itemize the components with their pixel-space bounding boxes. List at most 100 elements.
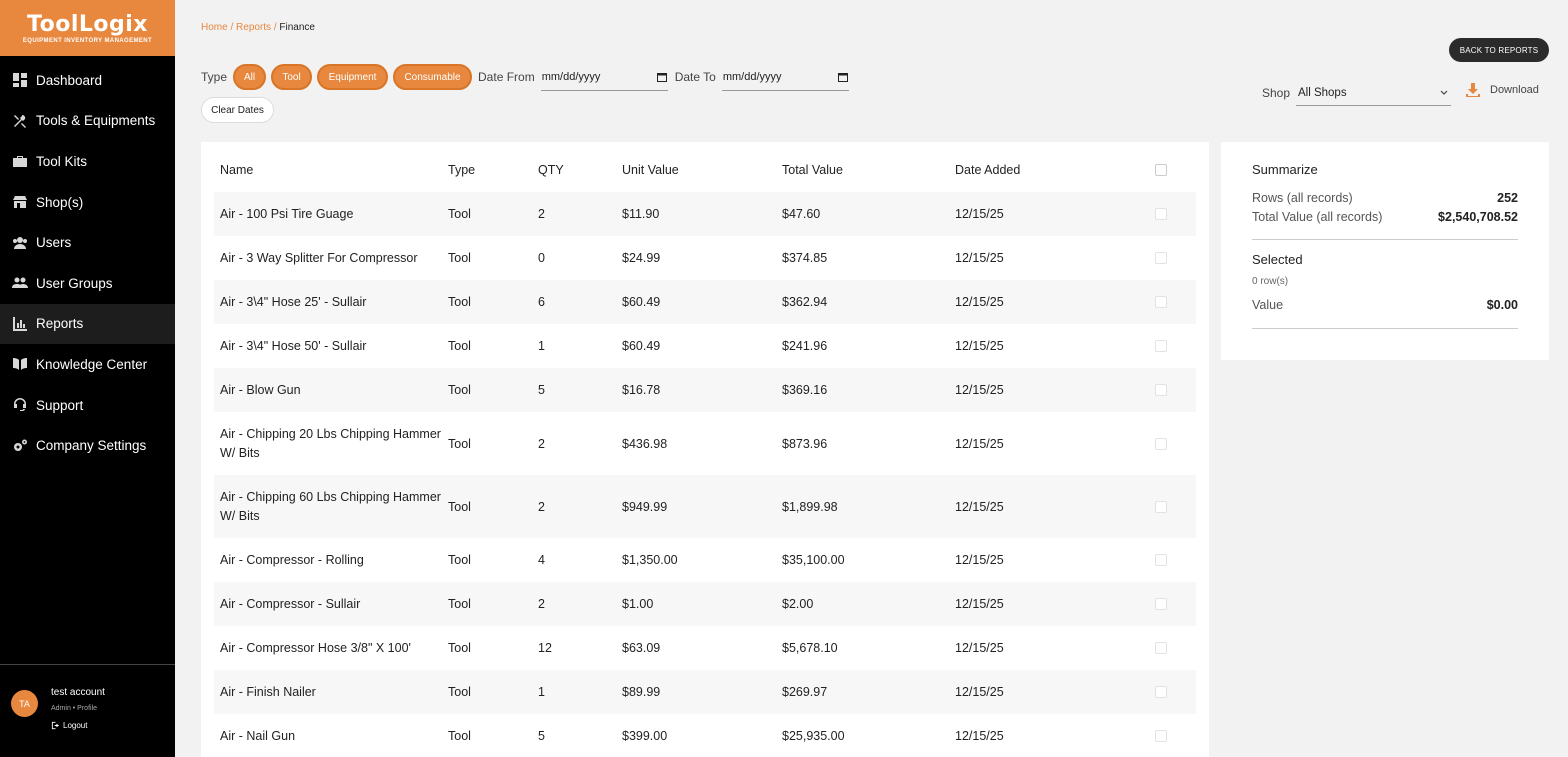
cell-unit-value: $1.00 (622, 597, 654, 611)
cell-date-added: 12/15/25 (955, 597, 1004, 611)
sidebar-item-dashboard[interactable]: Dashboard (0, 60, 175, 101)
calendar-icon[interactable] (837, 72, 848, 82)
logout-button[interactable]: Logout (51, 721, 105, 730)
avatar[interactable]: TA (11, 690, 38, 717)
cell-type: Tool (448, 251, 471, 265)
row-checkbox[interactable] (1155, 500, 1167, 513)
download-button[interactable]: Download (1465, 82, 1539, 98)
cell-unit-value: $949.99 (622, 499, 668, 514)
row-checkbox[interactable] (1155, 686, 1167, 698)
column-header-unit-value[interactable]: Unit Value (622, 163, 782, 177)
cell-name: Air - 100 Psi Tire Guage (220, 206, 354, 221)
sidebar-item-tools-equipments[interactable]: Tools & Equipments (0, 101, 175, 142)
cell-qty: 1 (538, 339, 545, 353)
brand-logo[interactable]: ToolLogix EQUIPMENT INVENTORY MANAGEMENT (0, 0, 175, 56)
calendar-icon[interactable] (656, 72, 667, 82)
table-row[interactable]: Air - Nail Gun Tool 5 $399.00 $25,935.00 12/1… (214, 714, 1196, 757)
chevron-down-icon (1440, 90, 1448, 95)
cell-date-added: 12/15/25 (955, 641, 1004, 655)
sidebar-item-company-settings[interactable]: Company Settings (0, 425, 175, 466)
logout-icon (51, 721, 60, 730)
row-checkbox[interactable] (1155, 642, 1167, 654)
table-row[interactable]: Air - Finish Nailer Tool 1 $89.99 $269.97 12/… (214, 670, 1196, 714)
row-checkbox[interactable] (1155, 296, 1167, 308)
summary-title: Summarize (1252, 162, 1318, 177)
breadcrumb-reports[interactable]: Reports (236, 22, 271, 33)
cell-unit-value: $11.90 (622, 207, 660, 221)
table-row[interactable]: Air - Compressor Hose 3/8" X 100' Tool 12 $… (214, 626, 1196, 670)
sidebar-item-label: Shop(s) (36, 194, 84, 210)
summary-panel: Summarize Rows (all records) 252 Total V… (1221, 142, 1549, 360)
row-checkbox[interactable] (1155, 384, 1167, 396)
cell-date-added: 12/15/25 (955, 251, 1004, 265)
cell-unit-value: $60.49 (622, 339, 661, 353)
sidebar-item-label: User Groups (36, 275, 113, 291)
users-icon (11, 234, 28, 251)
type-filter-tool[interactable]: Tool (271, 64, 313, 90)
shop-select[interactable]: All Shops (1296, 80, 1451, 106)
date-from-input[interactable]: mm/dd/yyyy (540, 63, 668, 91)
column-header-type[interactable]: Type (448, 163, 538, 177)
selected-value-label: Value (1252, 298, 1284, 312)
cell-qty: 0 (538, 251, 545, 265)
cell-name: Air - Blow Gun (220, 382, 301, 397)
sidebar-item-knowledge-center[interactable]: Knowledge Center (0, 344, 175, 385)
table-row[interactable]: Air - Chipping 20 Lbs Chipping Hammer W/… (214, 412, 1196, 475)
cell-type: Tool (448, 641, 471, 655)
sidebar-item-shops[interactable]: Shop(s) (0, 182, 175, 223)
cell-total-value: $25,935.00 (782, 729, 845, 743)
sidebar-item-support[interactable]: Support (0, 385, 175, 426)
clear-dates-button[interactable]: Clear Dates (201, 97, 274, 123)
row-checkbox[interactable] (1155, 598, 1167, 610)
row-checkbox[interactable] (1155, 208, 1167, 220)
sidebar-item-user-groups[interactable]: User Groups (0, 263, 175, 304)
user-role-profile-link[interactable]: Admin • Profile (51, 705, 105, 712)
back-to-reports-button[interactable]: BACK TO REPORTS (1449, 38, 1549, 62)
cell-name: Air - Chipping 60 Lbs Chipping Hammer W/… (220, 489, 441, 523)
select-all-checkbox[interactable] (1155, 164, 1167, 176)
sidebar-item-tool-kits[interactable]: Tool Kits (0, 141, 175, 182)
table-row[interactable]: Air - 3 Way Splitter For Compressor Tool 0… (214, 236, 1196, 280)
table-row[interactable]: Air - Chipping 60 Lbs Chipping Hammer W/… (214, 475, 1196, 538)
column-header-name[interactable]: Name (214, 161, 448, 180)
type-filter-consumable[interactable]: Consumable (393, 64, 473, 90)
sidebar-item-label: Company Settings (36, 438, 147, 454)
row-checkbox[interactable] (1155, 730, 1167, 742)
sidebar: ToolLogix EQUIPMENT INVENTORY MANAGEMENT… (0, 0, 175, 757)
type-filter-equipment[interactable]: Equipment (317, 64, 389, 90)
row-checkbox[interactable] (1155, 340, 1167, 352)
table-row[interactable]: Air - 3\4" Hose 50' - Sullair Tool 1 $60.49… (214, 324, 1196, 368)
row-checkbox[interactable] (1155, 554, 1167, 566)
table-row[interactable]: Air - 3\4" Hose 25' - Sullair Tool 6 $60.49… (214, 280, 1196, 324)
dashboard-icon (11, 72, 28, 89)
type-filter-all[interactable]: All (233, 64, 267, 90)
cell-unit-value: $60.49 (622, 295, 661, 309)
filter-bar: Type All Tool Equipment Consumable Date … (201, 63, 849, 91)
cell-total-value: $873.96 (782, 436, 828, 451)
cell-unit-value: $1,350.00 (622, 553, 678, 567)
gears-icon (11, 437, 28, 454)
sidebar-item-reports[interactable]: Reports (0, 303, 175, 345)
table-row[interactable]: Air - Blow Gun Tool 5 $16.78 $369.16 12/15/25 (214, 368, 1196, 412)
column-header-qty[interactable]: QTY (538, 163, 622, 177)
cell-qty: 5 (538, 383, 545, 397)
table-row[interactable]: Air - Compressor - Sullair Tool 2 $1.00 $2.0… (214, 582, 1196, 626)
row-checkbox[interactable] (1155, 437, 1167, 450)
cell-name: Air - 3 Way Splitter For Compressor (220, 250, 418, 265)
chart-icon (11, 315, 28, 332)
cell-total-value: $47.60 (782, 207, 821, 221)
breadcrumb-home[interactable]: Home (201, 22, 228, 33)
cell-name: Air - Chipping 20 Lbs Chipping Hammer W/… (220, 426, 441, 460)
sidebar-item-users[interactable]: Users (0, 222, 175, 263)
row-checkbox[interactable] (1155, 252, 1167, 264)
logout-label: Logout (63, 721, 88, 730)
summary-divider (1252, 328, 1518, 329)
date-to-input[interactable]: mm/dd/yyyy (721, 63, 849, 91)
table-row[interactable]: Air - 100 Psi Tire Guage Tool 2 $11.90 $47.6… (214, 192, 1196, 236)
table-row[interactable]: Air - Compressor - Rolling Tool 4 $1,350.00… (214, 538, 1196, 582)
cell-type: Tool (448, 207, 471, 221)
cell-unit-value: $436.98 (622, 436, 668, 451)
column-header-total-value[interactable]: Total Value (782, 163, 955, 177)
selected-count: 0 row(s) (1252, 276, 1289, 287)
column-header-date-added[interactable]: Date Added (955, 163, 1155, 177)
